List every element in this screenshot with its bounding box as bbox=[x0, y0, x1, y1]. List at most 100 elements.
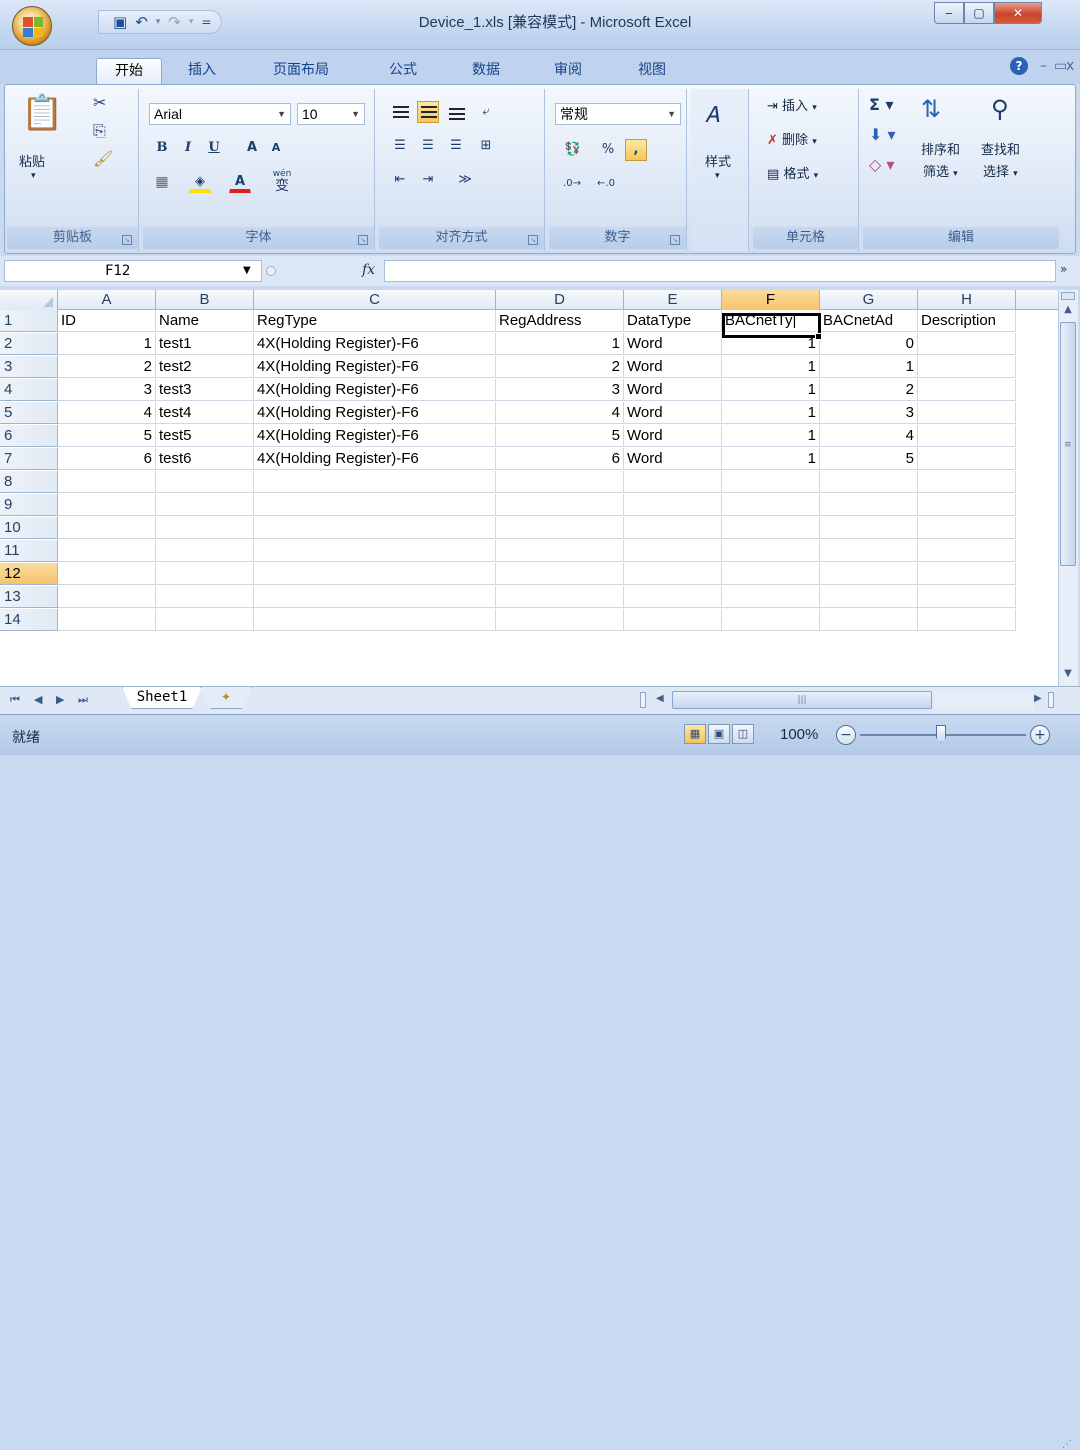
cell-c1[interactable]: RegType bbox=[254, 310, 496, 332]
format-painter-icon[interactable]: 🖌 bbox=[93, 149, 113, 168]
cell-d6[interactable]: 5 bbox=[496, 425, 624, 447]
cell-e7[interactable]: Word bbox=[624, 448, 722, 470]
cell-h14[interactable] bbox=[918, 609, 1016, 631]
orientation-icon[interactable]: ≫ bbox=[449, 169, 481, 191]
currency-icon[interactable]: 💱 bbox=[557, 139, 589, 161]
column-header-f[interactable]: F bbox=[722, 290, 820, 310]
cell-h11[interactable] bbox=[918, 540, 1016, 562]
minimize-button[interactable]: ‒ bbox=[934, 2, 964, 24]
cell-e6[interactable]: Word bbox=[624, 425, 722, 447]
cell-h4[interactable] bbox=[918, 379, 1016, 401]
cell-g13[interactable] bbox=[820, 586, 918, 608]
paste-dropdown-icon[interactable]: ▾ bbox=[31, 171, 36, 181]
cell-f4[interactable]: 1 bbox=[722, 379, 820, 401]
customize-qat-icon[interactable]: = bbox=[201, 15, 211, 29]
sort-filter-icon[interactable]: ⇅ bbox=[921, 95, 941, 123]
cell-b14[interactable] bbox=[156, 609, 254, 631]
bold-button[interactable]: B bbox=[151, 137, 173, 159]
cell-g3[interactable]: 1 bbox=[820, 356, 918, 378]
redo-dropdown-icon[interactable]: ▾ bbox=[189, 17, 194, 27]
cell-d14[interactable] bbox=[496, 609, 624, 631]
cell-f12[interactable] bbox=[722, 563, 820, 585]
horizontal-scroll-track[interactable] bbox=[934, 691, 1034, 709]
cell-b2[interactable]: test1 bbox=[156, 333, 254, 355]
cell-g10[interactable] bbox=[820, 517, 918, 539]
format-cells-button[interactable]: ▤ 格式 ▾ bbox=[767, 163, 818, 182]
find-select-label-1[interactable]: 查找和 bbox=[981, 139, 1020, 158]
cell-a5[interactable]: 4 bbox=[58, 402, 156, 424]
undo-dropdown-icon[interactable]: ▾ bbox=[156, 17, 161, 27]
worksheet-grid[interactable]: A B C D E F G H 1 ID Name RegType RegAddress… bbox=[0, 290, 1058, 686]
column-header-b[interactable]: B bbox=[156, 290, 254, 310]
sort-filter-label-1[interactable]: 排序和 bbox=[921, 139, 960, 158]
insert-function-button[interactable]: fx bbox=[362, 262, 375, 278]
cell-a3[interactable]: 2 bbox=[58, 356, 156, 378]
formula-input[interactable] bbox=[384, 260, 1056, 282]
cell-c9[interactable] bbox=[254, 494, 496, 516]
row-header[interactable]: 14 bbox=[0, 609, 58, 631]
cell-g4[interactable]: 2 bbox=[820, 379, 918, 401]
column-header-e[interactable]: E bbox=[624, 290, 722, 310]
cell-g6[interactable]: 4 bbox=[820, 425, 918, 447]
cell-c6[interactable]: 4X(Holding Register)-F6 bbox=[254, 425, 496, 447]
cell-c4[interactable]: 4X(Holding Register)-F6 bbox=[254, 379, 496, 401]
cell-a2[interactable]: 1 bbox=[58, 333, 156, 355]
page-layout-view-icon[interactable]: ▣ bbox=[708, 724, 730, 744]
row-header[interactable]: 13 bbox=[0, 586, 58, 608]
cell-a10[interactable] bbox=[58, 517, 156, 539]
sort-filter-label-2[interactable]: 筛选 ▾ bbox=[923, 161, 958, 180]
cell-h10[interactable] bbox=[918, 517, 1016, 539]
cell-g12[interactable] bbox=[820, 563, 918, 585]
cell-g8[interactable] bbox=[820, 471, 918, 493]
cell-f13[interactable] bbox=[722, 586, 820, 608]
save-icon[interactable]: ▣ bbox=[113, 13, 127, 31]
cell-a12[interactable] bbox=[58, 563, 156, 585]
name-box[interactable]: F12 bbox=[4, 260, 262, 282]
fill-color-icon[interactable]: ◈ bbox=[189, 171, 211, 193]
cell-g9[interactable] bbox=[820, 494, 918, 516]
tab-data[interactable]: 数据 bbox=[458, 58, 514, 84]
cell-a14[interactable] bbox=[58, 609, 156, 631]
cell-c10[interactable] bbox=[254, 517, 496, 539]
cell-d4[interactable]: 3 bbox=[496, 379, 624, 401]
cell-a11[interactable] bbox=[58, 540, 156, 562]
cell-c8[interactable] bbox=[254, 471, 496, 493]
tab-review[interactable]: 审阅 bbox=[540, 58, 596, 84]
cell-g2[interactable]: 0 bbox=[820, 333, 918, 355]
cell-d7[interactable]: 6 bbox=[496, 448, 624, 470]
cell-f8[interactable] bbox=[722, 471, 820, 493]
cell-b3[interactable]: test2 bbox=[156, 356, 254, 378]
align-center-icon[interactable]: ☰ bbox=[417, 135, 439, 157]
borders-icon[interactable]: ▦ bbox=[151, 171, 173, 193]
cell-d3[interactable]: 2 bbox=[496, 356, 624, 378]
row-header[interactable]: 10 bbox=[0, 517, 58, 539]
row-header[interactable]: 1 bbox=[0, 310, 58, 332]
clipboard-launcher-icon[interactable]: ↘ bbox=[122, 235, 132, 245]
scroll-up-icon[interactable]: ▲ bbox=[1060, 304, 1076, 320]
number-format-combo[interactable]: 常规 ▼ bbox=[555, 103, 681, 125]
cell-f6[interactable]: 1 bbox=[722, 425, 820, 447]
autosum-icon[interactable]: Σ ▾ bbox=[869, 95, 894, 114]
name-box-dropdown-icon[interactable]: ▼ bbox=[243, 260, 251, 282]
cell-h2[interactable] bbox=[918, 333, 1016, 355]
cell-h7[interactable] bbox=[918, 448, 1016, 470]
cell-e1[interactable]: DataType bbox=[624, 310, 722, 332]
first-sheet-icon[interactable]: ⏮ bbox=[10, 693, 20, 707]
row-header[interactable]: 12 bbox=[0, 563, 58, 585]
increase-indent-icon[interactable]: ⇥ bbox=[417, 169, 439, 191]
underline-button[interactable]: U bbox=[203, 137, 225, 159]
delete-cells-button[interactable]: ✗ 删除 ▾ bbox=[767, 129, 817, 148]
cell-e11[interactable] bbox=[624, 540, 722, 562]
row-header[interactable]: 11 bbox=[0, 540, 58, 562]
cell-e13[interactable] bbox=[624, 586, 722, 608]
cell-b6[interactable]: test5 bbox=[156, 425, 254, 447]
cell-d12[interactable] bbox=[496, 563, 624, 585]
tab-view[interactable]: 视图 bbox=[624, 58, 680, 84]
cell-d2[interactable]: 1 bbox=[496, 333, 624, 355]
increase-decimal-icon[interactable]: .0→ bbox=[557, 173, 587, 195]
maximize-button[interactable]: ▢ bbox=[964, 2, 994, 24]
cell-c2[interactable]: 4X(Holding Register)-F6 bbox=[254, 333, 496, 355]
cell-a7[interactable]: 6 bbox=[58, 448, 156, 470]
cell-f5[interactable]: 1 bbox=[722, 402, 820, 424]
cell-d13[interactable] bbox=[496, 586, 624, 608]
